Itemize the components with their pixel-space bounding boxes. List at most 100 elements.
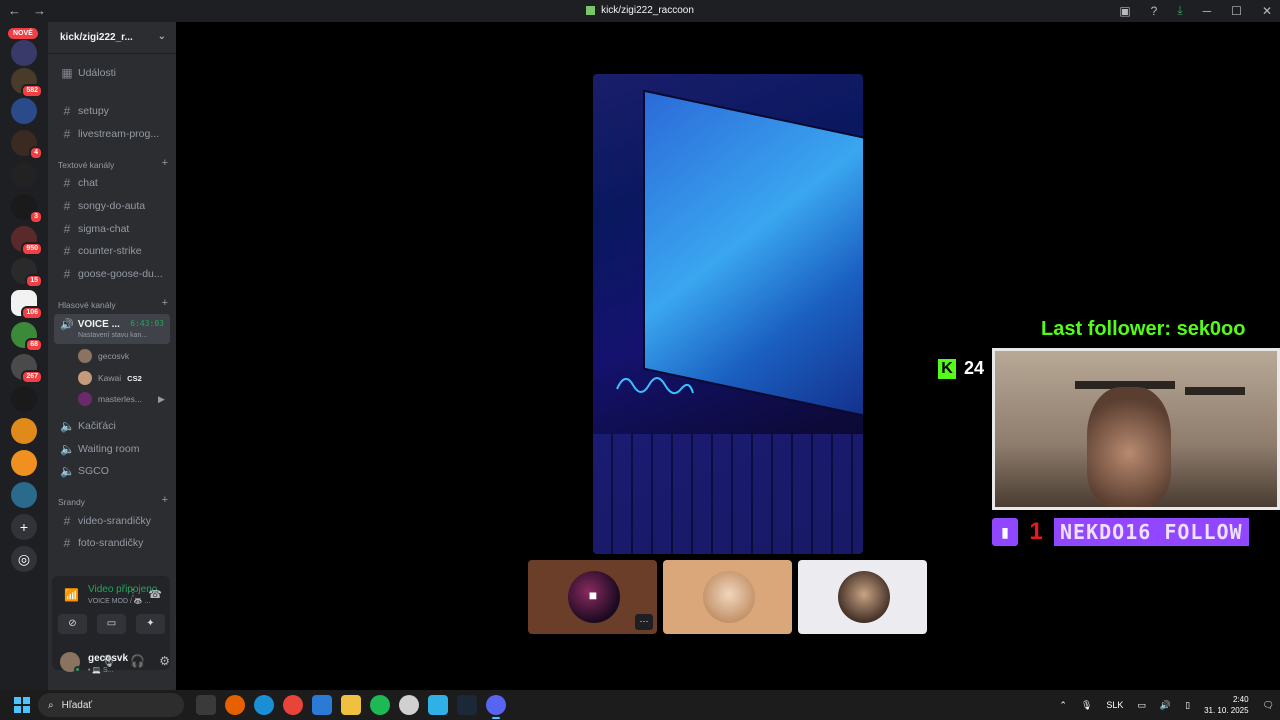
participant-tile[interactable]: ■ ···	[528, 560, 657, 634]
voice-member[interactable]: Kawai CS2	[78, 370, 168, 386]
notification-icon[interactable]: 🗨	[1263, 700, 1274, 711]
speaker-icon: 🔈	[60, 464, 75, 478]
screen-share-button[interactable]: ▭	[97, 614, 126, 634]
channel-counter-strike[interactable]: # counter-strike	[56, 242, 170, 260]
twitch-follow-bar: NEKDO16 FOLLOW	[1054, 518, 1249, 546]
streamer-face	[1087, 387, 1171, 507]
server-icon-14[interactable]	[11, 450, 37, 476]
voice-member[interactable]: masterles... ▶	[78, 391, 168, 407]
add-channel-icon[interactable]: +	[162, 157, 168, 170]
explore-icon[interactable]: ◎	[11, 546, 37, 572]
server-icon-2[interactable]: 582	[11, 68, 43, 98]
steam-icon[interactable]	[457, 695, 477, 715]
notepad-icon[interactable]	[428, 695, 448, 715]
channel-setupy[interactable]: # setupy	[56, 102, 170, 120]
file-explorer-icon[interactable]	[341, 695, 361, 715]
widgets-icon[interactable]	[196, 695, 216, 715]
channel-video-srandicky[interactable]: # video-srandičky	[56, 512, 170, 530]
twitch-count: 1	[1029, 518, 1043, 545]
server-icon-9[interactable]: 106	[11, 290, 43, 320]
active-voice-channel[interactable]: 🔊 VOICE ... 6:43:03 Nastavení stavu kan.…	[54, 314, 170, 344]
user-controls: 🎙 🎧 ⚙	[101, 654, 170, 668]
video-camera-icon: ■	[588, 587, 598, 603]
disconnect-icon[interactable]: ☎	[148, 588, 162, 601]
server-icon-6[interactable]: 3	[11, 194, 43, 224]
taskbar-search[interactable]: ⌕ Hľadať	[38, 693, 184, 717]
avatar	[78, 392, 92, 406]
twitch-logo-icon: ▮	[992, 518, 1018, 546]
add-channel-icon[interactable]: +	[162, 297, 168, 310]
channel-label: livestream-prog...	[78, 128, 160, 140]
maximize-icon[interactable]: ☐	[1231, 4, 1242, 18]
events-item[interactable]: ▦ Události	[56, 64, 170, 82]
channel-livestream[interactable]: # livestream-prog...	[56, 125, 170, 143]
category-srandy[interactable]: Srandy +	[58, 494, 168, 507]
hash-icon: #	[63, 104, 71, 118]
participant-tile[interactable]	[663, 560, 792, 634]
channel-foto-srandicky[interactable]: # foto-srandičky	[56, 534, 170, 552]
server-icon-11[interactable]: 267	[11, 354, 43, 384]
webcam-overlay	[992, 348, 1280, 510]
server-icon-10[interactable]: 68	[11, 322, 43, 352]
server-icon-4[interactable]: 4	[11, 130, 43, 160]
firefox-icon[interactable]	[225, 695, 245, 715]
chrome-icon[interactable]	[283, 695, 303, 715]
headphones-icon[interactable]: 🎧	[130, 654, 145, 668]
server-icon-15[interactable]	[11, 482, 37, 508]
server-icon-5[interactable]	[11, 162, 37, 188]
help-icon[interactable]: ?	[1151, 4, 1158, 18]
voice-channel-name: 🔊 VOICE ...	[60, 318, 120, 331]
language-indicator[interactable]: SLK	[1106, 700, 1123, 710]
category-text[interactable]: Textové kanály +	[58, 157, 168, 170]
voice-panel-icons: ⫶ ☎	[132, 588, 162, 601]
channel-chat[interactable]: # chat	[56, 174, 170, 192]
microphone-icon[interactable]: 🎙	[101, 654, 116, 668]
chevron-up-icon[interactable]: ⌃	[1059, 700, 1067, 711]
server-icon-7[interactable]: 950	[11, 226, 43, 256]
voice-channel[interactable]: 🔈 Kačiťáci	[56, 417, 170, 435]
channel-sigma[interactable]: # sigma-chat	[56, 220, 170, 238]
clock[interactable]: 2:40 31. 10. 2025	[1204, 694, 1248, 716]
voice-channel[interactable]: 🔈 Waiting room	[56, 440, 170, 458]
network-icon[interactable]: ▭	[1137, 700, 1146, 711]
more-options-icon[interactable]: ···	[635, 614, 653, 630]
close-icon[interactable]: ✕	[1262, 4, 1272, 18]
store-icon[interactable]	[312, 695, 332, 715]
gear-icon[interactable]: ⚙	[159, 654, 170, 668]
camera-off-button[interactable]: ⊘	[58, 614, 87, 634]
volume-icon[interactable]: 🔊	[1160, 700, 1171, 711]
windows-start-icon[interactable]	[14, 697, 30, 713]
server-icon-8[interactable]: 15	[11, 258, 43, 288]
download-icon[interactable]: ⤓	[1177, 3, 1182, 18]
minimize-icon[interactable]: ─	[1203, 4, 1212, 18]
channel-label: foto-srandičky	[78, 537, 144, 549]
inbox-icon[interactable]: ▣	[1119, 4, 1130, 18]
hash-icon: #	[63, 244, 71, 258]
voice-channel[interactable]: 🔈 SGCO	[56, 462, 170, 480]
activities-button[interactable]: ✦	[136, 614, 165, 634]
channel-goose[interactable]: # goose-goose-du...	[56, 265, 170, 283]
server-icon-12[interactable]	[11, 386, 37, 412]
speaker-icon: 🔈	[60, 419, 75, 433]
obs-icon[interactable]	[399, 695, 419, 715]
channel-label: chat	[78, 177, 98, 189]
server-icon-13[interactable]	[11, 418, 37, 444]
discord-icon[interactable]	[486, 695, 506, 719]
channel-songy[interactable]: # songy-do-auta	[56, 197, 170, 215]
voice-member[interactable]: gecosvk	[78, 348, 168, 364]
server-icon-1[interactable]	[11, 40, 37, 66]
edge-icon[interactable]	[254, 695, 274, 715]
microphone-icon[interactable]: 🎙	[1081, 700, 1092, 711]
server-icon-3[interactable]	[11, 98, 37, 124]
search-icon: ⌕	[48, 699, 54, 711]
events-label: Události	[78, 67, 116, 79]
noise-suppression-icon[interactable]: ⫶	[132, 588, 135, 601]
add-server-icon[interactable]: +	[11, 514, 37, 540]
guild-header[interactable]: kick/zigi222_r... ⌄	[48, 22, 176, 54]
participant-tile[interactable]	[798, 560, 927, 634]
category-voice[interactable]: Hlasové kanály +	[58, 297, 168, 310]
main-video-stream[interactable]	[593, 74, 863, 554]
add-channel-icon[interactable]: +	[162, 494, 168, 507]
spotify-icon[interactable]	[370, 695, 390, 715]
battery-icon[interactable]: ▯	[1185, 700, 1190, 711]
